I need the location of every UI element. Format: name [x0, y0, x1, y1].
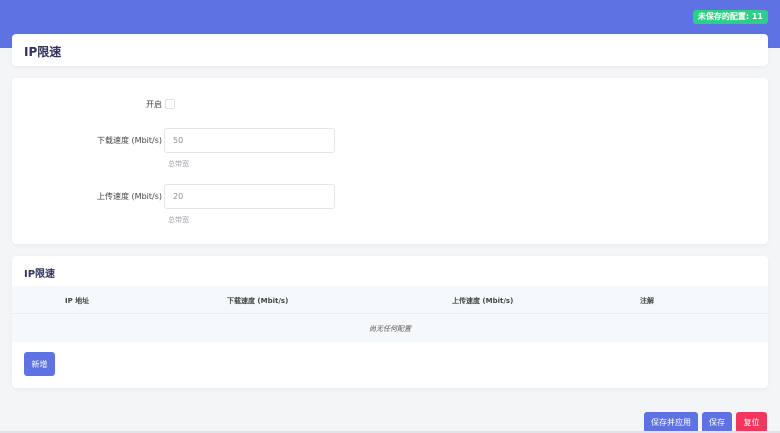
settings-form-card: 开启 下载速度 (Mbit/s) 总带宽 上传速度 (Mbit/s) 总带宽: [12, 78, 768, 244]
download-speed-hint: 总带宽: [168, 160, 189, 168]
reset-button[interactable]: 复位: [736, 412, 767, 433]
upload-speed-label: 上传速度 (Mbit/s): [97, 192, 162, 201]
table-empty-row: 尚无任何配置: [12, 314, 768, 342]
save-button[interactable]: 保存: [702, 412, 732, 433]
column-header-download: 下载速度 (Mbit/s): [227, 297, 289, 305]
empty-table-text: 尚无任何配置: [369, 325, 411, 333]
upload-speed-hint: 总带宽: [168, 216, 189, 224]
page-title-card: IP限速: [12, 34, 768, 66]
download-speed-label: 下载速度 (Mbit/s): [97, 136, 162, 145]
save-and-apply-button[interactable]: 保存并应用: [644, 412, 698, 433]
upload-speed-input[interactable]: [164, 184, 335, 209]
column-header-upload: 上传速度 (Mbit/s): [452, 297, 514, 305]
ip-limit-table-card: IP限速 IP 地址 下载速度 (Mbit/s) 上传速度 (Mbit/s) 注…: [12, 256, 768, 388]
table-header: IP 地址 下载速度 (Mbit/s) 上传速度 (Mbit/s) 注解: [12, 286, 768, 314]
table-section-title: IP限速: [24, 269, 56, 280]
enable-label: 开启: [146, 100, 162, 109]
unsaved-changes-badge[interactable]: 未保存的配置: 11: [692, 10, 768, 24]
enable-checkbox[interactable]: [165, 99, 175, 109]
column-header-comment: 注解: [640, 297, 654, 305]
add-button[interactable]: 新增: [24, 352, 55, 376]
column-header-ip: IP 地址: [65, 297, 90, 305]
page-title: IP限速: [24, 45, 62, 59]
download-speed-input[interactable]: [164, 128, 335, 153]
